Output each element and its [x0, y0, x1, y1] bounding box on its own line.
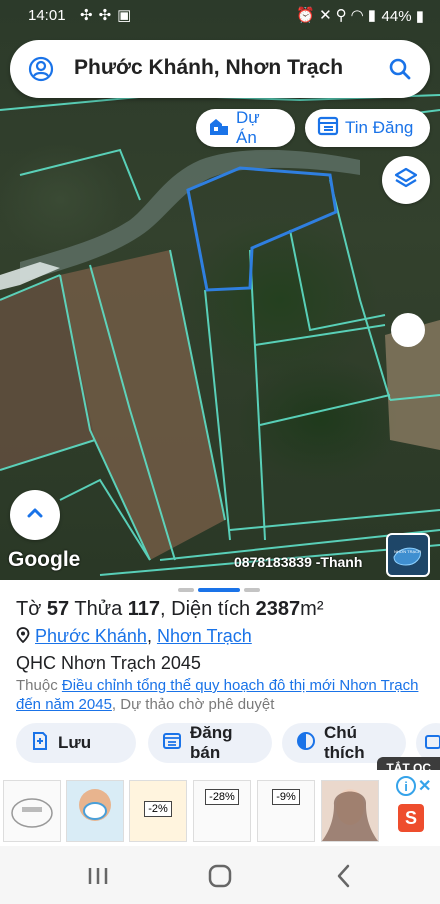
to-value: 57 [46, 598, 70, 620]
ad-product-portrait[interactable] [321, 780, 379, 842]
battery-level: 44% ▮ [381, 8, 424, 25]
location-icon: ⚲ [335, 7, 351, 24]
ward-link[interactable]: Phước Khánh [35, 626, 147, 646]
planning-title: QHC Nhơn Trạch 2045 [16, 653, 201, 673]
river [20, 149, 360, 282]
recent-apps-icon[interactable] [86, 865, 110, 892]
google-logo: Google [8, 548, 81, 571]
area-value: 2387 [255, 598, 301, 620]
chevron-up-icon [24, 502, 46, 529]
sheet-handle[interactable] [244, 588, 260, 592]
search-bar[interactable]: Phước Khánh, Nhơn Trạch [10, 40, 430, 98]
parcel-summary: Tờ 57 Thửa 117, Diện tích 2387m² [16, 598, 323, 621]
du-an-label: Dự Án [236, 108, 260, 147]
save-button[interactable]: Lưu [16, 723, 136, 763]
to-label: Tờ [16, 598, 42, 620]
planning-source: Thuộc Điều chỉnh tổng thể quy hoạch đô t… [16, 676, 436, 714]
ad-product-mouth-opener[interactable] [66, 780, 124, 842]
search-icon[interactable] [388, 57, 412, 86]
mouth-product-image [79, 789, 111, 821]
discount-badge: -28% [205, 789, 239, 805]
alarm-icon: ⏰ [296, 7, 320, 24]
thua-value: 117 [127, 598, 161, 620]
back-icon[interactable] [334, 863, 354, 894]
layers-button[interactable] [382, 156, 430, 204]
shopee-logo-icon[interactable]: S [398, 804, 424, 832]
planning-status: , Dự thảo chờ phê duyệt [111, 696, 275, 713]
tin-dang-label: Tin Đăng [345, 118, 414, 137]
add-bookmark-icon [30, 731, 50, 756]
mute-icon: ✕ [319, 7, 336, 24]
sheet-handle-active[interactable] [198, 588, 240, 592]
wifi-icon: ◠ [350, 7, 368, 24]
sheet-handle[interactable] [178, 588, 194, 592]
status-time: 14:01 [28, 7, 66, 24]
post-label: Đăng bán [190, 723, 233, 762]
parcel-location: Phước Khánh, Nhơn Trạch [16, 626, 252, 647]
layers-icon [394, 166, 418, 195]
system-icons: ⏰✕⚲◠▮ [296, 6, 380, 24]
thua-label: Thửa [74, 598, 123, 620]
expand-up-button[interactable] [10, 490, 60, 540]
discount-badge: -2% [144, 801, 172, 817]
thumbnail-label: NHƠN TRẠCH [394, 549, 421, 554]
save-label: Lưu [58, 733, 92, 752]
thumbnail-map-graphic [393, 547, 421, 566]
pinwheel-icon: ✣ [98, 7, 118, 24]
home-icon[interactable] [207, 863, 233, 894]
floating-assistive-button[interactable] [391, 313, 425, 347]
post-for-sale-button[interactable]: Đăng bán [148, 723, 272, 763]
status-bar: 14:01 ✣✣▣ ⏰✕⚲◠▮ 44% ▮ [0, 0, 440, 32]
overview-map-thumbnail[interactable]: NHƠN TRẠCH [386, 533, 430, 577]
pinwheel-icon: ✣ [80, 7, 99, 24]
notification-icons: ✣✣▣ [80, 6, 137, 24]
search-title[interactable]: Phước Khánh, Nhơn Trạch [74, 56, 343, 80]
ad-banner[interactable]: -2% -28% -9% i ✕ S [0, 770, 440, 846]
ad-product-deal[interactable]: -2% [129, 780, 187, 842]
thuoc-label: Thuộc [16, 677, 58, 694]
location-separator: , [146, 626, 157, 646]
ad-product-cable[interactable] [3, 780, 61, 842]
portrait-image [322, 789, 378, 841]
tin-dang-button[interactable]: Tin Đăng [305, 109, 430, 147]
parcel-info-sheet: Tờ 57 Thửa 117, Diện tích 2387m² Phước K… [0, 580, 440, 768]
ad-info-icon[interactable]: i [396, 776, 416, 796]
signal-icon: ▮ [367, 7, 380, 24]
account-icon[interactable] [28, 56, 54, 87]
area-label: , Diện tích [160, 598, 251, 620]
ad-close-icon[interactable]: ✕ [418, 776, 431, 796]
district-link[interactable]: Nhơn Trạch [157, 626, 252, 646]
building-icon [208, 115, 230, 142]
du-an-button[interactable]: Dự Án [196, 108, 295, 147]
location-pin-icon [16, 626, 35, 646]
ad-product-tools[interactable]: -9% [257, 780, 315, 842]
contrast-icon [296, 731, 316, 756]
add-photo-icon [424, 731, 440, 756]
contact-phone-label[interactable]: 0878183839 -Thanh [234, 554, 362, 570]
image-icon: ▣ [117, 7, 138, 24]
area-unit: m² [300, 598, 324, 620]
cable-product-image [11, 798, 53, 828]
selected-parcel-outline[interactable] [186, 166, 338, 292]
discount-badge: -9% [272, 789, 300, 805]
system-navigation-bar [0, 846, 440, 904]
listing-icon [162, 731, 182, 756]
ad-product-device[interactable]: -28% [193, 780, 251, 842]
listing-icon [317, 115, 339, 142]
